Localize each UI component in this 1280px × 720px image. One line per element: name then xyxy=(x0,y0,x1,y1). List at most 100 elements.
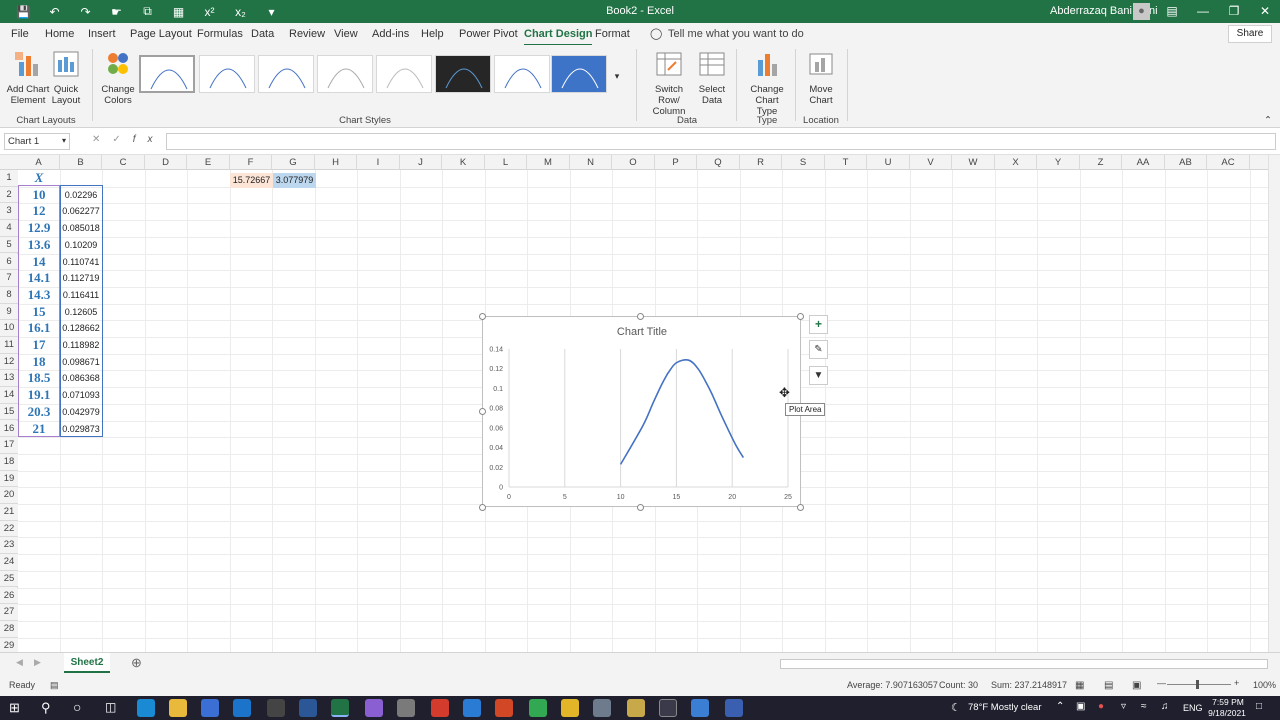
next-sheet-icon[interactable]: ▶ xyxy=(34,657,41,668)
app-icon-8[interactable] xyxy=(691,699,709,717)
fx-icon[interactable]: fx xyxy=(133,134,165,145)
notifications-icon[interactable]: □ xyxy=(1256,701,1262,712)
language-indicator[interactable]: ENG xyxy=(1183,703,1203,713)
column-header-w[interactable]: W xyxy=(952,155,995,170)
row-header-4[interactable]: 4 xyxy=(0,220,18,237)
zoom-slider[interactable] xyxy=(1167,684,1231,685)
resize-handle-n[interactable] xyxy=(637,313,644,320)
avatar[interactable]: ● xyxy=(1133,3,1150,20)
redo-icon[interactable]: ↷ xyxy=(70,3,101,20)
app-icon-9[interactable] xyxy=(725,699,743,717)
sheet-tab[interactable]: Sheet2 xyxy=(64,653,110,673)
enter-icon[interactable]: ✓ xyxy=(112,134,132,145)
weather-icon[interactable]: ☾ xyxy=(951,701,961,714)
tray-chevron-icon[interactable]: ⌃ xyxy=(1056,701,1064,712)
subscript-icon[interactable]: x₂ xyxy=(225,3,256,20)
column-header-h[interactable]: H xyxy=(315,155,357,170)
column-header-e[interactable]: E xyxy=(187,155,230,170)
column-header-r[interactable]: R xyxy=(740,155,782,170)
row-header-28[interactable]: 28 xyxy=(0,620,18,638)
column-header-q[interactable]: Q xyxy=(697,155,740,170)
app-icon-2[interactable] xyxy=(397,699,415,717)
move-chart-button[interactable]: Move Chart xyxy=(804,50,838,106)
row-header-21[interactable]: 21 xyxy=(0,504,18,521)
customize-qat-icon[interactable]: ▾ xyxy=(256,3,287,20)
tab-page-layout[interactable]: Page Layout xyxy=(130,28,192,40)
column-header-x[interactable]: X xyxy=(995,155,1037,170)
collapse-ribbon-icon[interactable]: ⌃ xyxy=(1262,115,1274,126)
tab-home[interactable]: Home xyxy=(45,28,74,40)
tab-data[interactable]: Data xyxy=(251,28,274,40)
cell-a1[interactable]: X xyxy=(18,170,60,186)
tell-me-search[interactable]: Tell me what you want to do xyxy=(668,28,804,40)
row-header-18[interactable]: 18 xyxy=(0,453,18,471)
save-icon[interactable]: 💾 xyxy=(8,3,39,20)
touch-mode-icon[interactable]: ☛ xyxy=(101,3,132,20)
column-header-y[interactable]: Y xyxy=(1037,155,1080,170)
wifi-icon[interactable]: ≈ xyxy=(1141,701,1147,712)
clock-time[interactable]: 7:59 PM xyxy=(1208,697,1248,707)
column-header-n[interactable]: N xyxy=(570,155,612,170)
row-header-2[interactable]: 2 xyxy=(0,186,18,204)
cancel-icon[interactable]: ✕ xyxy=(92,134,112,145)
change-colors-button[interactable]: Change Colors xyxy=(100,50,136,106)
chart-filter-icon[interactable]: ▼ xyxy=(809,366,828,385)
excel-icon[interactable] xyxy=(331,699,349,717)
add-chart-element-button[interactable]: Add Chart Element xyxy=(6,50,50,106)
series-line[interactable] xyxy=(619,359,745,465)
copy-icon[interactable]: ⧉ xyxy=(132,3,163,20)
app-icon-7[interactable] xyxy=(659,699,677,717)
tab-review[interactable]: Review xyxy=(289,28,325,40)
chrome-icon[interactable] xyxy=(431,699,449,717)
column-header-o[interactable]: O xyxy=(612,155,655,170)
row-header-7[interactable]: 7 xyxy=(0,270,18,287)
app-icon-4[interactable] xyxy=(561,699,579,717)
column-header-aa[interactable]: AA xyxy=(1122,155,1165,170)
cell-f1[interactable]: 15.72667 xyxy=(230,173,273,188)
chart-style-6[interactable] xyxy=(435,55,491,93)
quick-layout-button[interactable]: Quick Layout xyxy=(50,50,82,106)
row-header-14[interactable]: 14 xyxy=(0,387,18,404)
chart-style-2[interactable] xyxy=(199,55,255,93)
zoom-out-icon[interactable]: — xyxy=(1157,678,1166,688)
page-break-view-icon[interactable]: ▣ xyxy=(1132,680,1141,691)
task-view-icon[interactable]: ◫ xyxy=(105,700,116,714)
tab-insert[interactable]: Insert xyxy=(88,28,116,40)
microphone-icon[interactable]: ▿ xyxy=(1121,701,1126,712)
row-header-15[interactable]: 15 xyxy=(0,403,18,421)
chart-style-5[interactable] xyxy=(376,55,432,93)
row-header-23[interactable]: 23 xyxy=(0,537,18,555)
row-header-11[interactable]: 11 xyxy=(0,337,18,354)
tab-format[interactable]: Format xyxy=(595,28,630,40)
row-header-8[interactable]: 8 xyxy=(0,286,18,304)
tab-view[interactable]: View xyxy=(334,28,358,40)
column-header-c[interactable]: C xyxy=(102,155,145,170)
row-header-20[interactable]: 20 xyxy=(0,487,18,504)
tray-icon-2[interactable]: ● xyxy=(1098,701,1104,712)
tray-icon-1[interactable]: ▣ xyxy=(1076,701,1085,712)
row-header-29[interactable]: 29 xyxy=(0,637,18,652)
switch-row-column-button[interactable]: Switch Row/ Column xyxy=(644,50,694,117)
volume-icon[interactable]: ♫ xyxy=(1161,701,1169,712)
tab-power-pivot[interactable]: Power Pivot xyxy=(459,28,518,40)
zoom-thumb[interactable] xyxy=(1196,680,1199,689)
row-header-27[interactable]: 27 xyxy=(0,604,18,621)
vertical-scrollbar[interactable] xyxy=(1268,155,1280,652)
name-box[interactable]: Chart 1 ▾ xyxy=(4,133,70,150)
file-explorer-icon[interactable] xyxy=(169,699,187,717)
column-header-i[interactable]: I xyxy=(357,155,400,170)
windows-start-icon[interactable]: ⊞ xyxy=(9,700,20,716)
chart-style-7[interactable] xyxy=(494,55,550,93)
select-data-button[interactable]: Select Data xyxy=(697,50,727,106)
column-header-s[interactable]: S xyxy=(782,155,825,170)
edge-icon[interactable] xyxy=(137,699,155,717)
mail-icon[interactable] xyxy=(233,699,251,717)
undo-icon[interactable]: ↶ xyxy=(39,3,70,20)
column-header-p[interactable]: P xyxy=(655,155,697,170)
clock-date[interactable]: 9/18/2021 xyxy=(1203,708,1251,718)
row-header-19[interactable]: 19 xyxy=(0,470,18,488)
column-header-ab[interactable]: AB xyxy=(1165,155,1207,170)
powerpoint-icon[interactable] xyxy=(495,699,513,717)
chart-style-3[interactable] xyxy=(258,55,314,93)
row-header-17[interactable]: 17 xyxy=(0,437,18,454)
